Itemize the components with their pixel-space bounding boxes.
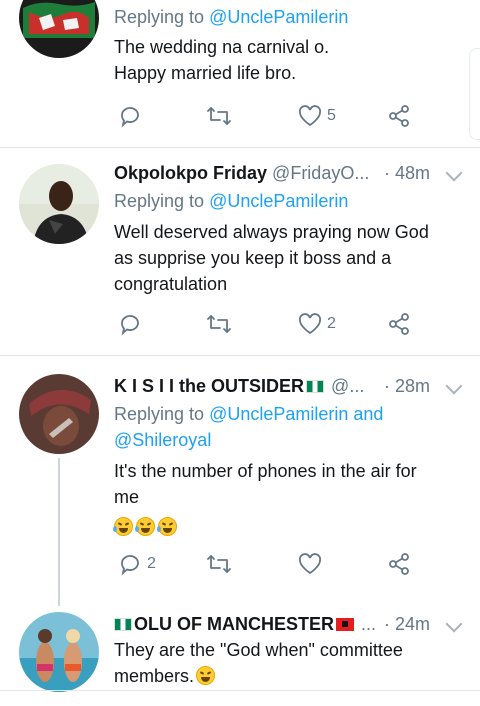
display-name[interactable]: K I S I I the OUTSIDER bbox=[114, 376, 304, 396]
nigeria-flag-icon bbox=[114, 618, 132, 631]
tweet-text: They are the "God when" committee member… bbox=[114, 637, 464, 689]
timestamp[interactable]: · 28m bbox=[384, 373, 430, 399]
replying-to: Replying to @UnclePamilerin bbox=[114, 4, 348, 30]
retweet-icon bbox=[206, 552, 232, 576]
tweet-text: The wedding na carnival o. Happy married… bbox=[114, 34, 464, 86]
reply-icon bbox=[118, 104, 142, 128]
tweet-header: OLU OF MANCHESTER ... · 24m bbox=[114, 611, 464, 637]
tweet-text-line: Well deserved always praying now God bbox=[114, 222, 429, 242]
tweet-text: Well deserved always praying now God as … bbox=[114, 219, 464, 297]
retweet-icon bbox=[206, 104, 232, 128]
retweet-button[interactable] bbox=[206, 549, 232, 579]
avatar[interactable] bbox=[19, 0, 99, 58]
handle[interactable]: @... bbox=[331, 376, 364, 396]
replying-to: Replying to @UnclePamilerin bbox=[114, 188, 348, 214]
rolling-laughing-emoji-icon bbox=[157, 517, 177, 536]
like-button[interactable] bbox=[298, 549, 322, 579]
reply-button[interactable] bbox=[118, 101, 142, 131]
chevron-down-icon[interactable] bbox=[445, 377, 463, 395]
rolling-laughing-emoji-icon bbox=[113, 517, 133, 536]
timestamp[interactable]: · 24m bbox=[384, 611, 430, 637]
action-bar: 2 bbox=[114, 309, 424, 339]
like-count: 2 bbox=[327, 315, 336, 332]
reply-button[interactable] bbox=[118, 309, 142, 339]
thread-line bbox=[58, 458, 60, 606]
avatar[interactable] bbox=[19, 374, 99, 454]
emoji-row bbox=[113, 510, 464, 540]
display-name[interactable]: Okpolokpo Friday bbox=[114, 163, 267, 183]
replying-label: Replying to bbox=[114, 191, 205, 211]
replying-label: Replying to bbox=[114, 404, 205, 424]
replying-to-cont: @Shileroyal bbox=[114, 427, 211, 453]
tweet-text-line: as supprise you keep it boss and a bbox=[114, 248, 392, 268]
reply-icon bbox=[118, 552, 142, 576]
chevron-down-icon[interactable] bbox=[445, 615, 463, 633]
reply-icon bbox=[118, 312, 142, 336]
like-count: 5 bbox=[327, 107, 336, 124]
avatar[interactable] bbox=[19, 164, 99, 244]
replying-to: Replying to @UnclePamilerin and bbox=[114, 401, 383, 427]
share-button[interactable] bbox=[387, 309, 411, 339]
reply-button[interactable]: 2 bbox=[118, 549, 156, 579]
avatar[interactable] bbox=[19, 612, 99, 692]
mention-link[interactable]: @UnclePamilerin bbox=[209, 7, 348, 27]
tweet-3[interactable]: K I S I I the OUTSIDER @... · 28m Replyi… bbox=[0, 356, 480, 606]
tweet-text-line: members. bbox=[114, 666, 195, 686]
rolling-laughing-emoji-icon bbox=[135, 517, 155, 536]
like-button[interactable]: 2 bbox=[298, 309, 336, 339]
like-button[interactable]: 5 bbox=[298, 101, 336, 131]
nigeria-flag-icon bbox=[306, 380, 325, 393]
retweet-button[interactable] bbox=[206, 309, 232, 339]
tweet-4[interactable]: OLU OF MANCHESTER ... · 24m They are the… bbox=[0, 606, 480, 706]
action-bar: 5 bbox=[114, 101, 424, 131]
tweet-text-line: congratulation bbox=[114, 274, 228, 294]
handle[interactable]: @FridayO... bbox=[272, 163, 369, 183]
action-bar: 2 bbox=[114, 549, 424, 579]
mention-link[interactable]: @Shileroyal bbox=[114, 430, 211, 450]
mention-link[interactable]: @UnclePamilerin bbox=[209, 191, 348, 211]
tweet-text-line: They are the "God when" committee bbox=[114, 640, 403, 660]
replying-label: Replying to bbox=[114, 7, 205, 27]
display-name[interactable]: OLU OF MANCHESTER bbox=[134, 614, 334, 634]
chevron-down-icon[interactable] bbox=[445, 164, 463, 182]
heart-icon bbox=[298, 313, 322, 335]
tweet-2[interactable]: Okpolokpo Friday @FridayO... · 48m Reply… bbox=[0, 148, 480, 355]
retweet-icon bbox=[206, 312, 232, 336]
tweet-text-line: Happy married life bro. bbox=[114, 63, 297, 83]
share-icon bbox=[387, 104, 411, 128]
heart-icon bbox=[298, 105, 322, 127]
albania-flag-icon bbox=[336, 618, 354, 631]
tears-of-joy-emoji-icon bbox=[196, 666, 216, 685]
tweet-1[interactable]: Replying to @UnclePamilerin The wedding … bbox=[0, 0, 480, 147]
share-button[interactable] bbox=[387, 101, 411, 131]
tweet-text: It's the number of phones in the air for… bbox=[113, 458, 464, 540]
tweet-header: Okpolokpo Friday @FridayO... · 48m bbox=[114, 160, 464, 186]
heart-icon bbox=[298, 553, 322, 575]
retweet-button[interactable] bbox=[206, 101, 232, 131]
reply-count: 2 bbox=[147, 555, 156, 572]
divider bbox=[0, 690, 480, 691]
mention-link[interactable]: @UnclePamilerin and bbox=[209, 404, 383, 424]
tweet-text-line: The wedding na carnival o. bbox=[114, 37, 330, 57]
tweet-text-line: It's the number of phones in the air for bbox=[114, 461, 417, 481]
share-icon bbox=[387, 312, 411, 336]
share-icon bbox=[387, 552, 411, 576]
timestamp[interactable]: · 48m bbox=[384, 160, 430, 186]
share-button[interactable] bbox=[387, 549, 411, 579]
tweet-header: K I S I I the OUTSIDER @... · 28m bbox=[114, 373, 464, 399]
tweet-text-line: me bbox=[114, 487, 140, 507]
handle[interactable]: ... bbox=[361, 614, 376, 634]
